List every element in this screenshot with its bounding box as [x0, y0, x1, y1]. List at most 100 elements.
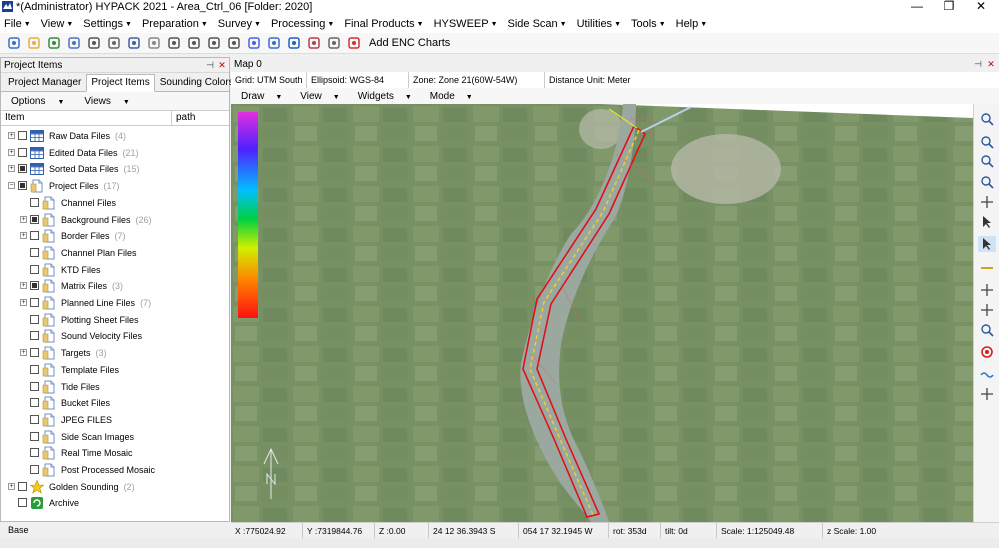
expand-toggle-icon[interactable]: − — [8, 182, 15, 190]
pin-icon[interactable] — [85, 35, 103, 51]
item-checkbox[interactable] — [30, 431, 39, 441]
add-enc-charts-button[interactable]: Add ENC Charts — [369, 37, 450, 49]
tree-item[interactable]: JPEG FILES — [1, 412, 229, 428]
book-open-icon[interactable] — [205, 35, 223, 51]
book-icon[interactable] — [185, 35, 203, 51]
item-checkbox[interactable] — [18, 131, 27, 140]
map-tool-widgets[interactable]: Widgets ▼ — [358, 91, 421, 102]
tree-item[interactable]: Post Processed Mosaic — [1, 462, 229, 478]
zoom-window-icon[interactable] — [978, 174, 996, 190]
menu-processing[interactable]: Processing — [271, 18, 325, 30]
book-grid-icon[interactable] — [225, 35, 243, 51]
item-checkbox[interactable] — [18, 498, 27, 508]
tree-item[interactable]: + Golden Sounding (2) — [1, 479, 229, 495]
edit-icon[interactable] — [978, 386, 996, 402]
expand-toggle-icon[interactable]: + — [20, 215, 27, 223]
tab-project-items[interactable]: Project Items — [86, 74, 155, 92]
map-tool-mode[interactable]: Mode ▼ — [430, 91, 482, 102]
zoom-in-icon[interactable] — [978, 134, 996, 150]
expand-toggle-icon[interactable]: + — [20, 282, 27, 290]
item-checkbox[interactable] — [30, 231, 39, 241]
select-node-icon[interactable] — [978, 214, 996, 230]
tree-item[interactable]: + Edited Data Files (21) — [1, 145, 229, 161]
tree-item[interactable]: + Sorted Data Files (15) — [1, 161, 229, 177]
menu-wrap-utilities[interactable]: Utilities ▼ — [577, 18, 621, 30]
tab-project-manager[interactable]: Project Manager — [3, 74, 86, 91]
menu-wrap-file[interactable]: File ▼ — [4, 18, 31, 30]
menu-preparation[interactable]: Preparation — [142, 18, 199, 30]
menu-settings[interactable]: Settings — [83, 18, 123, 30]
item-checkbox[interactable] — [30, 364, 39, 374]
menu-file[interactable]: File — [4, 18, 22, 30]
item-checkbox[interactable] — [30, 214, 39, 224]
menu-wrap-final-products[interactable]: Final Products ▼ — [344, 18, 423, 30]
zoom-center-icon[interactable] — [978, 322, 996, 338]
menu-view[interactable]: View — [41, 18, 65, 30]
globe-icon[interactable] — [45, 35, 63, 51]
zoom-extents-icon[interactable] — [978, 111, 996, 127]
minimize-button[interactable]: — — [902, 0, 932, 14]
north-arrow-icon[interactable] — [978, 282, 996, 298]
close-button[interactable]: ✕ — [966, 0, 996, 14]
survey-icon[interactable] — [245, 35, 263, 51]
map-view[interactable] — [231, 104, 973, 522]
pen-icon[interactable] — [105, 35, 123, 51]
menu-survey[interactable]: Survey — [218, 18, 252, 30]
item-checkbox[interactable] — [30, 247, 39, 257]
close-icon[interactable]: ✕ — [217, 59, 227, 71]
tree-item[interactable]: Side Scan Images — [1, 429, 229, 445]
expand-toggle-icon[interactable]: + — [20, 299, 27, 306]
chart-mountain-icon[interactable] — [345, 35, 363, 51]
menu-wrap-survey[interactable]: Survey ▼ — [218, 18, 261, 30]
menu-hysweep[interactable]: HYSWEEP — [434, 18, 489, 30]
tree-item[interactable]: + Targets (3) — [1, 345, 229, 361]
sphere-icon[interactable] — [65, 35, 83, 51]
satellite-icon[interactable] — [125, 35, 143, 51]
pan-hand-icon[interactable] — [978, 194, 996, 210]
tree-item[interactable]: Tide Files — [1, 379, 229, 395]
item-checkbox[interactable] — [30, 264, 39, 274]
menu-side-scan[interactable]: Side Scan — [508, 18, 558, 30]
menu-wrap-tools[interactable]: Tools ▼ — [631, 18, 666, 30]
item-checkbox[interactable] — [30, 414, 39, 424]
menu-wrap-settings[interactable]: Settings ▼ — [83, 18, 132, 30]
expand-toggle-icon[interactable]: + — [8, 148, 15, 156]
item-checkbox[interactable] — [30, 331, 39, 341]
tree-item[interactable]: Real Time Mosaic — [1, 445, 229, 461]
item-checkbox[interactable] — [30, 381, 39, 391]
pin-icon[interactable]: ⊣ — [205, 59, 215, 71]
menu-final-products[interactable]: Final Products — [344, 18, 414, 30]
tree-item[interactable]: Archive — [1, 495, 229, 511]
tree-item[interactable]: Plotting Sheet Files — [1, 312, 229, 328]
map-tool-draw[interactable]: Draw ▼ — [241, 91, 291, 102]
column-item[interactable]: Item — [1, 111, 172, 125]
item-checkbox[interactable] — [30, 398, 39, 408]
tree-item[interactable]: − Project Files (17) — [1, 178, 229, 194]
menu-wrap-side-scan[interactable]: Side Scan ▼ — [508, 18, 567, 30]
item-checkbox[interactable] — [30, 348, 39, 358]
tree-item[interactable]: Bucket Files — [1, 395, 229, 411]
expand-toggle-icon[interactable]: + — [20, 349, 27, 357]
menu-tools[interactable]: Tools — [631, 18, 657, 30]
map-tool-view[interactable]: View ▼ — [300, 91, 348, 102]
maximize-button[interactable]: ❐ — [934, 0, 964, 14]
tree-item[interactable]: KTD Files — [1, 262, 229, 278]
tab-sounding-colors[interactable]: Sounding Colors — [155, 74, 239, 91]
rotate-icon[interactable] — [978, 302, 996, 318]
options-menu[interactable]: Options ▼ — [11, 96, 74, 107]
item-checkbox[interactable] — [30, 314, 39, 324]
zoom-out-icon[interactable] — [978, 153, 996, 169]
curve-icon[interactable] — [165, 35, 183, 51]
item-checkbox[interactable] — [18, 181, 27, 191]
item-checkbox[interactable] — [18, 164, 27, 174]
menu-wrap-view[interactable]: View ▼ — [41, 18, 74, 30]
open-folder-icon[interactable] — [25, 35, 43, 51]
item-checkbox[interactable] — [30, 281, 39, 291]
expand-toggle-icon[interactable]: + — [20, 232, 27, 240]
item-checkbox[interactable] — [30, 197, 39, 207]
plot-icon[interactable] — [145, 35, 163, 51]
views-menu[interactable]: Views ▼ — [84, 96, 139, 107]
wave-icon[interactable] — [978, 366, 996, 382]
tree-item[interactable]: + Raw Data Files (4) — [1, 128, 229, 144]
expand-toggle-icon[interactable]: + — [8, 132, 15, 139]
